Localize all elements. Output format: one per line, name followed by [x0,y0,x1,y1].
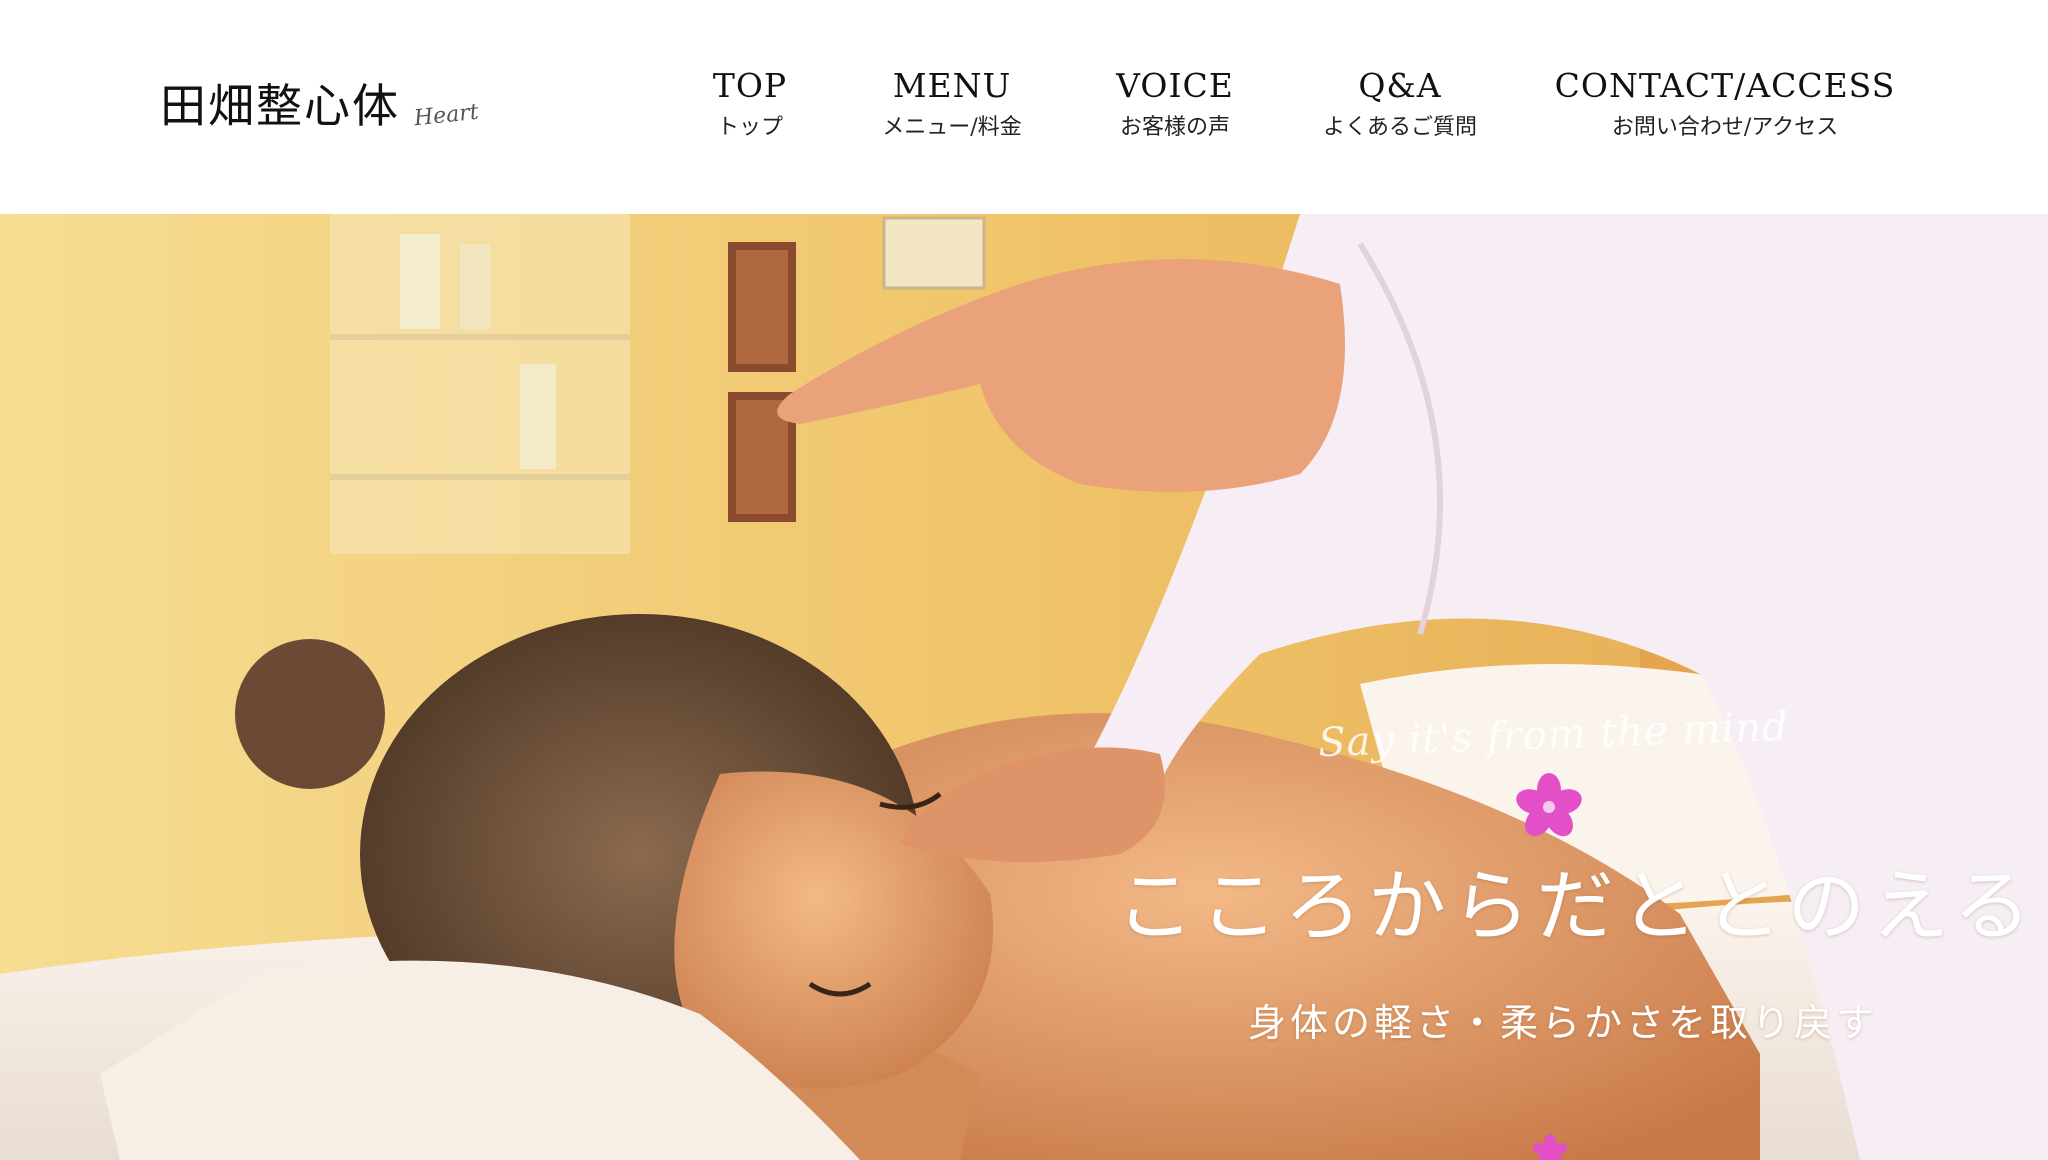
nav-label-ja: よくあるご質問 [1322,115,1477,140]
nav-label-ja: お客様の声 [1119,115,1230,140]
nav-item-top[interactable]: TOP トップ [680,64,820,148]
nav-label-en: CONTACT/ACCESS [1554,66,1896,105]
main-nav: TOP トップ MENU メニュー/料金 VOICE お客様の声 Q&A よくあ… [680,64,1910,154]
flower-icon [1532,1134,1568,1160]
nav-label-en: MENU [892,66,1012,105]
nav-item-voice[interactable]: VOICE お客様の声 [1090,64,1260,148]
nav-label-ja: お問い合わせ/アクセス [1611,115,1839,140]
hero-section: Say it's from the mind こころからだととのえる 身体の軽さ… [0,214,2048,1160]
nav-label-en: VOICE [1116,66,1234,105]
nav-item-qa[interactable]: Q&A よくあるご質問 [1300,64,1500,148]
nav-label-en: TOP [712,66,788,105]
nav-label-ja: メニュー/料金 [882,115,1022,140]
site-header: 田畑整心体 Heart TOP トップ MENU メニュー/料金 VOICE お… [0,0,2048,214]
nav-item-menu[interactable]: MENU メニュー/料金 [852,64,1052,148]
nav-item-contact-access[interactable]: CONTACT/ACCESS お問い合わせ/アクセス [1550,64,1900,148]
flower-icon [1516,773,1582,837]
site-logo[interactable]: 田畑整心体 Heart [160,70,480,136]
logo-text: 田畑整心体 [160,79,400,133]
logo-script-text: Heart [412,99,480,132]
nav-label-en: Q&A [1358,66,1442,105]
hero-title: こころからだととのえる [1116,862,2037,952]
hero-subtitle: 身体の軽さ・柔らかさを取り戻す [1248,1001,1879,1045]
nav-label-ja: トップ [716,115,783,140]
